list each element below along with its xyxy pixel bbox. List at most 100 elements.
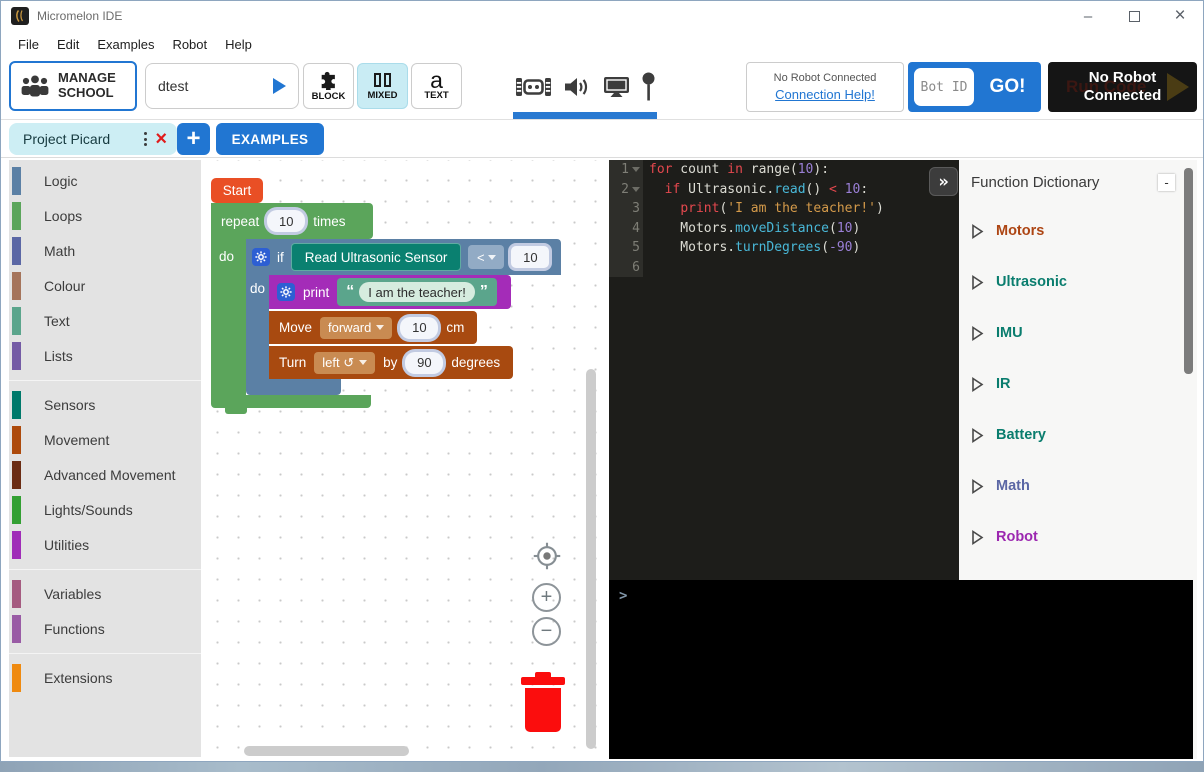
move-direction-dropdown[interactable]: forward <box>320 317 392 339</box>
code-line-2[interactable]: 2 if Ultrasonic.read() < 10: <box>609 180 959 200</box>
toolbox-category-text[interactable]: Text <box>9 307 201 335</box>
maximize-button[interactable] <box>1111 1 1157 31</box>
toolbox-category-loops[interactable]: Loops <box>9 202 201 230</box>
dict-item-motors[interactable]: Motors <box>971 220 1197 242</box>
mutator-gear-icon[interactable] <box>252 248 270 266</box>
console-panel[interactable]: > <box>609 580 1193 759</box>
expand-editor-button[interactable]: » <box>929 167 958 196</box>
menu-examples[interactable]: Examples <box>88 34 163 55</box>
block-if[interactable]: if Read Ultrasonic Sensor < 10 do <box>246 239 561 395</box>
zoom-out-button[interactable]: − <box>532 617 561 646</box>
repeat-block-tab <box>225 408 247 414</box>
dictionary-scrollbar[interactable] <box>1184 168 1193 374</box>
toolbox-category-math[interactable]: Math <box>9 237 201 265</box>
line-number: 1 <box>609 160 643 180</box>
minimize-button[interactable]: – <box>1065 1 1111 31</box>
trash-icon[interactable] <box>521 672 565 732</box>
fold-arrow-icon[interactable] <box>632 167 640 172</box>
block-move[interactable]: Move forward 10 cm <box>269 311 477 344</box>
letter-a-icon: a <box>430 72 443 89</box>
repeat-label: repeat <box>221 214 259 229</box>
code-line-6[interactable]: 6 <box>609 258 959 278</box>
turn-degrees-field[interactable]: 90 <box>405 352 443 374</box>
go-button[interactable]: GO! <box>984 76 1031 98</box>
chevron-down-icon <box>359 360 367 365</box>
toolbox-category-utilities[interactable]: Utilities <box>9 531 201 559</box>
tab-close-icon[interactable]: × <box>155 130 167 148</box>
move-distance-field[interactable]: 10 <box>400 317 438 339</box>
tab-project-picard[interactable]: Project Picard × <box>9 123 177 155</box>
open-project-icon[interactable] <box>273 78 286 94</box>
toolbox-separator <box>9 380 201 381</box>
turn-direction-value: left ↺ <box>322 355 354 371</box>
toolbox-category-sensors[interactable]: Sensors <box>9 391 201 419</box>
light-icon[interactable] <box>642 72 655 102</box>
toolbox-category-colour[interactable]: Colour <box>9 272 201 300</box>
run-code-button[interactable]: Run Code No Robot Connected <box>1048 62 1197 112</box>
tab-menu-icon[interactable] <box>136 132 155 146</box>
robot-icon[interactable] <box>515 75 552 99</box>
mode-mixed-label: MIXED <box>367 90 397 101</box>
menu-robot[interactable]: Robot <box>163 34 216 55</box>
menu-edit[interactable]: Edit <box>48 34 88 55</box>
bot-id-input[interactable]: Bot ID <box>914 68 974 106</box>
mode-block-button[interactable]: BLOCK <box>303 63 354 109</box>
turn-direction-dropdown[interactable]: left ↺ <box>314 352 375 374</box>
block-workspace[interactable]: Start repeat 10 times do <box>201 160 598 759</box>
connection-help-link[interactable]: Connection Help! <box>775 87 875 102</box>
speaker-icon[interactable] <box>563 75 590 99</box>
if-do-label: do <box>246 275 269 379</box>
toolbox-category-variables[interactable]: Variables <box>9 580 201 608</box>
mode-block-label: BLOCK <box>312 91 346 102</box>
toolbox-category-lists[interactable]: Lists <box>9 342 201 370</box>
dict-item-label: Motors <box>996 223 1044 239</box>
fold-arrow-icon[interactable] <box>632 187 640 192</box>
dict-item-ultrasonic[interactable]: Ultrasonic <box>971 271 1197 293</box>
toolbox-category-advanced-movement[interactable]: Advanced Movement <box>9 461 201 489</box>
block-read-ultrasonic[interactable]: Read Ultrasonic Sensor <box>291 243 462 271</box>
string-value-field[interactable]: I am the teacher! <box>359 282 475 302</box>
block-string[interactable]: “ I am the teacher! ” <box>337 278 497 306</box>
mutator-gear-icon[interactable] <box>277 283 295 301</box>
dict-item-math[interactable]: Math <box>971 475 1197 497</box>
dict-item-ir[interactable]: IR <box>971 373 1197 395</box>
manage-school-label: MANAGE SCHOOL <box>58 71 132 101</box>
code-line-1[interactable]: 1for count in range(10): <box>609 160 959 180</box>
toolbox-category-functions[interactable]: Functions <box>9 615 201 643</box>
block-turn[interactable]: Turn left ↺ by 90 degrees <box>269 346 513 379</box>
project-selector[interactable]: dtest <box>145 63 299 109</box>
dict-item-robot[interactable]: Robot <box>971 526 1197 548</box>
workspace-horizontal-scrollbar[interactable] <box>244 746 409 756</box>
toolbox-category-lights-sounds[interactable]: Lights/Sounds <box>9 496 201 524</box>
manage-school-button[interactable]: MANAGE SCHOOL <box>9 61 137 111</box>
minimize-panel-button[interactable]: - <box>1158 174 1175 191</box>
toolbox-category-extensions[interactable]: Extensions <box>9 664 201 692</box>
code-line-5[interactable]: 5 Motors.turnDegrees(-90) <box>609 238 959 258</box>
block-print[interactable]: print “ I am the teacher! ” <box>269 275 511 309</box>
dict-item-imu[interactable]: IMU <box>971 322 1197 344</box>
screen-icon[interactable] <box>602 75 631 99</box>
workspace-vertical-scrollbar[interactable] <box>586 369 596 749</box>
mode-text-button[interactable]: a TEXT <box>411 63 462 109</box>
code-editor[interactable]: 1for count in range(10):2 if Ultrasonic.… <box>609 160 959 580</box>
category-color-chip <box>12 426 21 454</box>
repeat-count-field[interactable]: 10 <box>267 210 305 232</box>
menu-help[interactable]: Help <box>216 34 261 55</box>
zoom-reset-button[interactable] <box>532 541 562 576</box>
close-button[interactable]: × <box>1157 1 1203 31</box>
category-label: Text <box>44 313 70 329</box>
code-line-4[interactable]: 4 Motors.moveDistance(10) <box>609 219 959 239</box>
toolbox-category-logic[interactable]: Logic <box>9 167 201 195</box>
block-repeat[interactable]: repeat 10 times do <box>211 203 561 414</box>
comparison-operator-dropdown[interactable]: < <box>468 245 504 269</box>
zoom-in-button[interactable]: + <box>532 583 561 612</box>
block-start[interactable]: Start <box>211 178 263 203</box>
toolbox-category-movement[interactable]: Movement <box>9 426 201 454</box>
examples-button[interactable]: EXAMPLES <box>216 123 324 155</box>
code-line-3[interactable]: 3 print('I am the teacher!') <box>609 199 959 219</box>
if-compare-value-field[interactable]: 10 <box>511 246 549 268</box>
menu-file[interactable]: File <box>9 34 48 55</box>
add-tab-button[interactable]: + <box>177 123 210 155</box>
mode-mixed-button[interactable]: MIXED <box>357 63 408 109</box>
dict-item-battery[interactable]: Battery <box>971 424 1197 446</box>
